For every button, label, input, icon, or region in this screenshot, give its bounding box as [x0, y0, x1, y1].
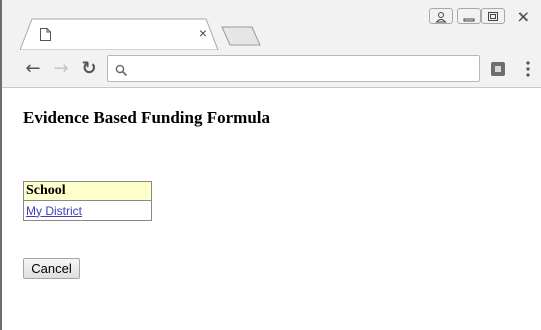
table-cell: My District — [23, 200, 152, 221]
school-column-header: School — [23, 181, 152, 201]
address-input[interactable] — [134, 59, 464, 78]
menu-icon[interactable] — [523, 59, 533, 79]
tab-title — [60, 27, 200, 41]
district-link[interactable]: My District — [26, 204, 82, 218]
new-tab-button[interactable] — [220, 26, 262, 46]
browser-toolbar: ← → ↻ — [2, 50, 541, 88]
table-row: My District — [23, 200, 152, 221]
forward-button[interactable]: → — [50, 58, 72, 80]
maximize-icon[interactable] — [481, 8, 505, 24]
table-header-row: School — [23, 181, 152, 201]
browser-tab[interactable]: × — [20, 18, 219, 50]
page-title: Evidence Based Funding Formula — [23, 108, 271, 127]
browser-window: × ← → ↻ Evidence Based Funding Formula S… — [0, 0, 541, 330]
tab-strip: × — [2, 0, 541, 50]
page-icon — [40, 28, 51, 41]
address-bar[interactable] — [107, 55, 480, 82]
reload-button[interactable]: ↻ — [78, 58, 100, 80]
search-icon — [115, 62, 128, 77]
extension-icon[interactable] — [491, 61, 505, 76]
cancel-button[interactable]: Cancel — [23, 258, 80, 279]
close-icon[interactable] — [509, 8, 537, 24]
back-button[interactable]: ← — [22, 58, 44, 80]
page-content: Evidence Based Funding Formula School My… — [4, 88, 541, 330]
user-icon[interactable] — [429, 8, 453, 24]
school-table: School My District — [23, 181, 152, 221]
minimize-icon[interactable] — [457, 8, 481, 24]
tab-close-icon[interactable]: × — [196, 26, 210, 40]
